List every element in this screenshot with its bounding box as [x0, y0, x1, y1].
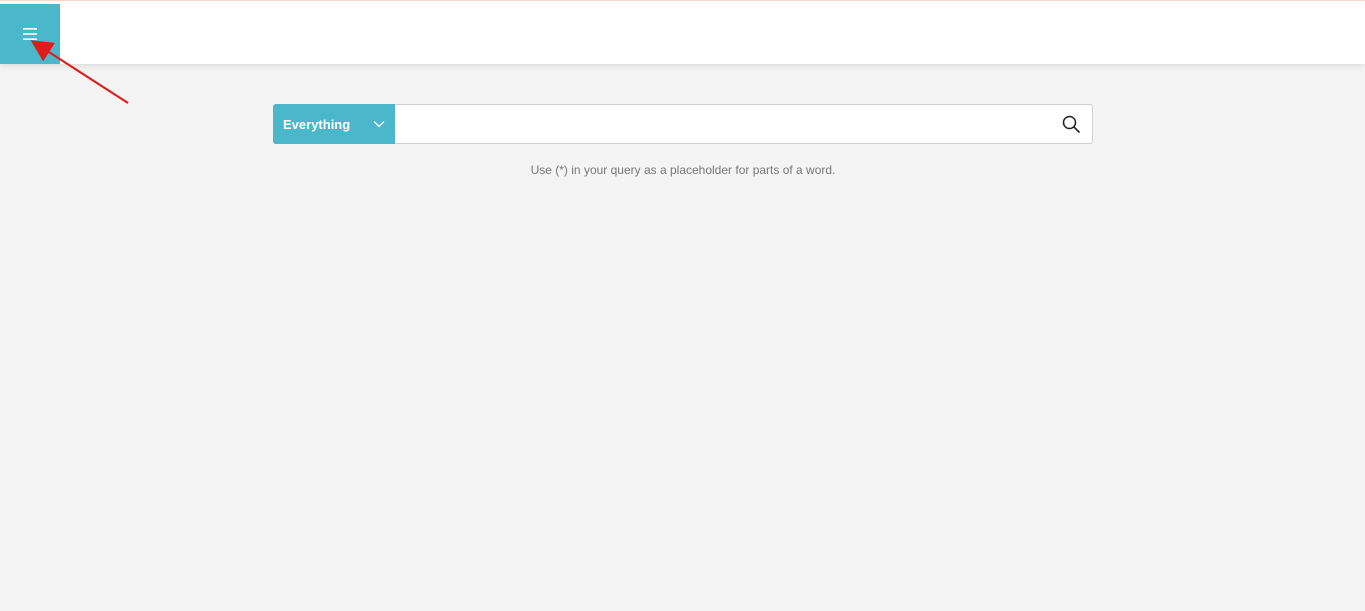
top-header — [0, 4, 1365, 64]
search-field — [395, 104, 1093, 144]
search-icon — [1062, 115, 1080, 133]
search-button[interactable] — [1050, 105, 1092, 143]
annotation-arrow — [30, 40, 129, 104]
menu-button[interactable] — [0, 4, 60, 64]
search-bar: Everything — [273, 104, 1093, 144]
search-hint: Use (*) in your query as a placeholder f… — [530, 163, 836, 177]
search-scope-label: Everything — [283, 116, 351, 132]
app-root: Everything Use (*) in your query as a pl… — [0, 0, 1365, 611]
search-scope-dropdown[interactable]: Everything — [273, 104, 395, 144]
search-input[interactable] — [395, 105, 1050, 143]
hamburger-menu-icon — [23, 28, 37, 40]
chevron-down-icon — [373, 121, 385, 128]
